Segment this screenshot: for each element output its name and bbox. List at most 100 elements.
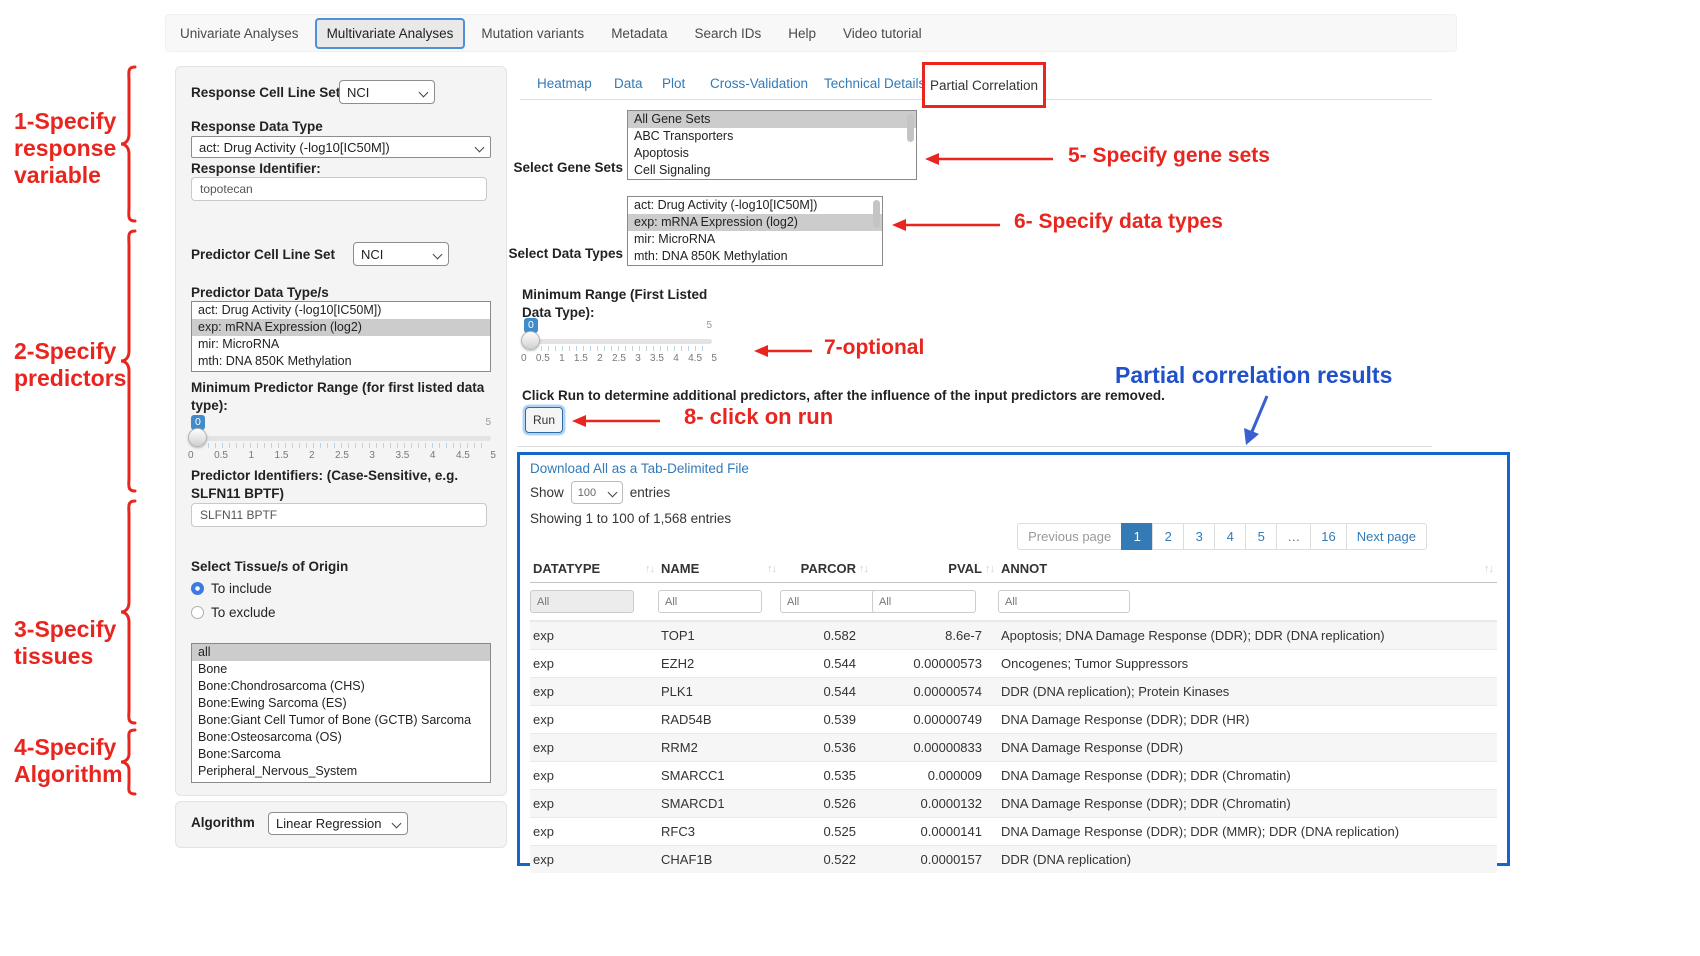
chevron-down-icon <box>433 249 443 259</box>
data-type-option[interactable]: mir: MicroRNA <box>628 231 882 248</box>
predictor-data-type-option[interactable]: mth: DNA 850K Methylation <box>192 353 490 370</box>
tissue-option[interactable]: Bone:Osteosarcoma (OS) <box>192 729 490 746</box>
page-button[interactable]: 5 <box>1245 523 1277 550</box>
run-button[interactable]: Run <box>525 407 563 433</box>
cell-annot: DNA Damage Response (DDR) <box>998 740 1497 755</box>
column-header-pval[interactable]: PVAL↑↓ <box>872 561 998 576</box>
previous-page-button[interactable]: Previous page <box>1017 523 1122 550</box>
tab-plot[interactable]: Plot <box>662 76 685 91</box>
cell-annot: DNA Damage Response (DDR); DDR (Chromati… <box>998 796 1497 811</box>
exclude-radio[interactable] <box>191 606 204 619</box>
table-row: exp CHAF1B 0.522 0.0000157 DDR (DNA repl… <box>530 845 1497 873</box>
tab-data[interactable]: Data <box>614 76 643 91</box>
tissue-option[interactable]: Bone:Sarcoma <box>192 746 490 763</box>
nav-tab-search-ids[interactable]: Search IDs <box>694 26 761 41</box>
column-label: NAME <box>661 561 699 576</box>
tab-heatmap[interactable]: Heatmap <box>537 76 592 91</box>
page-button[interactable]: 4 <box>1214 523 1246 550</box>
tab-partial-correlation[interactable]: Partial Correlation <box>930 78 1038 93</box>
scrollbar-thumb[interactable] <box>873 200 880 228</box>
nav-tab-video-tutorial[interactable]: Video tutorial <box>843 26 922 41</box>
filter-parcor-input[interactable] <box>780 590 884 613</box>
column-header-name[interactable]: NAME ↑↓ <box>658 561 780 576</box>
tissue-option[interactable]: Peripheral_Nervous_System <box>192 763 490 780</box>
next-page-button[interactable]: Next page <box>1346 523 1427 550</box>
nav-tab-help[interactable]: Help <box>788 26 816 41</box>
page-size-value: 100 <box>578 487 596 499</box>
column-header-annot[interactable]: ANNOT↑↓ <box>998 561 1497 576</box>
filter-pval-input[interactable] <box>872 590 976 613</box>
data-type-option-selected[interactable]: exp: mRNA Expression (log2) <box>628 214 882 231</box>
sort-icon[interactable]: ↑↓ <box>985 563 994 575</box>
tissue-option[interactable]: Bone:Chondrosarcoma (CHS) <box>192 678 490 695</box>
tick: 0 <box>188 450 194 461</box>
page-button[interactable]: 3 <box>1183 523 1215 550</box>
cell-name: SMARCC1 <box>658 768 780 783</box>
slider-track[interactable] <box>191 436 491 441</box>
response-cell-line-set-select[interactable]: NCI <box>339 80 435 104</box>
min-predictor-range-label: Minimum Predictor Range (for first liste… <box>191 379 503 415</box>
tick: 2.5 <box>335 450 349 461</box>
data-type-option[interactable]: act: Drug Activity (-log10[IC50M]) <box>628 197 882 214</box>
data-type-option[interactable]: mth: DNA 850K Methylation <box>628 248 882 265</box>
predictor-data-types-listbox: act: Drug Activity (-log10[IC50M]) exp: … <box>191 301 491 372</box>
tissue-listbox: all Bone Bone:Chondrosarcoma (CHS) Bone:… <box>191 643 491 783</box>
algorithm-select[interactable]: Linear Regression <box>268 812 408 835</box>
annotation-step6: 6- Specify data types <box>1014 210 1223 234</box>
cell-annot: Apoptosis; DNA Damage Response (DDR); DD… <box>998 628 1497 643</box>
tab-technical-details[interactable]: Technical Details <box>824 76 925 91</box>
tissue-option[interactable]: Bone:Ewing Sarcoma (ES) <box>192 695 490 712</box>
sort-icon[interactable]: ↑↓ <box>645 563 654 575</box>
cell-annot: DNA Damage Response (DDR); DDR (Chromati… <box>998 768 1497 783</box>
cell-parcor: 0.525 <box>780 824 872 839</box>
include-radio[interactable] <box>191 582 204 595</box>
filter-annot-input[interactable] <box>998 590 1130 613</box>
nav-tab-multivariate[interactable]: Multivariate Analyses <box>315 18 466 49</box>
column-header-parcor[interactable]: PARCOR↑↓ <box>780 561 872 576</box>
nav-tab-univariate[interactable]: Univariate Analyses <box>180 26 299 41</box>
gene-set-option-selected[interactable]: All Gene Sets <box>628 111 916 128</box>
sort-icon[interactable]: ↑↓ <box>767 563 776 575</box>
predictor-data-type-option-selected[interactable]: exp: mRNA Expression (log2) <box>192 319 490 336</box>
cell-datatype: exp <box>530 796 658 811</box>
cell-pval: 0.0000157 <box>872 852 998 867</box>
slider-tickmarks <box>527 346 709 351</box>
slider-track[interactable] <box>524 339 712 344</box>
page-button[interactable]: 2 <box>1152 523 1184 550</box>
column-label: PVAL <box>948 561 982 576</box>
nav-tab-mutation-variants[interactable]: Mutation variants <box>481 26 584 41</box>
sort-icon[interactable]: ↑↓ <box>1484 563 1493 575</box>
page-size-select[interactable]: 100 <box>571 481 623 504</box>
gene-set-option[interactable]: Cell Signaling <box>628 162 916 179</box>
download-all-link[interactable]: Download All as a Tab-Delimited File <box>530 461 749 476</box>
tick: 3.5 <box>395 450 409 461</box>
tick: 1.5 <box>574 353 588 364</box>
slider-max-label: 5 <box>485 417 491 428</box>
nav-tab-metadata[interactable]: Metadata <box>611 26 667 41</box>
column-header-datatype[interactable]: DATATYPE↑↓ <box>530 561 658 576</box>
sort-icon[interactable]: ↑↓ <box>859 563 868 575</box>
gene-set-option[interactable]: ABC Transporters <box>628 128 916 145</box>
filter-name-input[interactable] <box>658 590 762 613</box>
cell-annot: DDR (DNA replication); Protein Kinases <box>998 684 1497 699</box>
response-identifier-input[interactable] <box>191 177 487 201</box>
tick: 3 <box>369 450 375 461</box>
page-button-active[interactable]: 1 <box>1121 523 1153 550</box>
tissue-option-selected[interactable]: all <box>192 644 490 661</box>
gene-set-option[interactable]: Apoptosis <box>628 145 916 162</box>
filter-datatype-input[interactable] <box>530 590 634 613</box>
tissue-option[interactable]: Bone <box>192 661 490 678</box>
predictor-cell-line-set-select[interactable]: NCI <box>353 242 449 266</box>
tab-cross-validation[interactable]: Cross-Validation <box>710 76 808 91</box>
predictor-identifiers-input[interactable] <box>191 503 487 527</box>
cell-annot: DNA Damage Response (DDR); DDR (HR) <box>998 712 1497 727</box>
table-row: exp SMARCD1 0.526 0.0000132 DNA Damage R… <box>530 789 1497 817</box>
tissue-option[interactable]: Bone:Giant Cell Tumor of Bone (GCTB) Sar… <box>192 712 490 729</box>
page-button[interactable]: 16 <box>1310 523 1346 550</box>
cell-annot: Oncogenes; Tumor Suppressors <box>998 656 1497 671</box>
response-data-type-select[interactable]: act: Drug Activity (-log10[IC50M]) <box>191 136 491 158</box>
predictor-data-type-option[interactable]: act: Drug Activity (-log10[IC50M]) <box>192 302 490 319</box>
scrollbar-thumb[interactable] <box>907 114 914 142</box>
cell-annot: DDR (DNA replication) <box>998 852 1497 867</box>
predictor-data-type-option[interactable]: mir: MicroRNA <box>192 336 490 353</box>
